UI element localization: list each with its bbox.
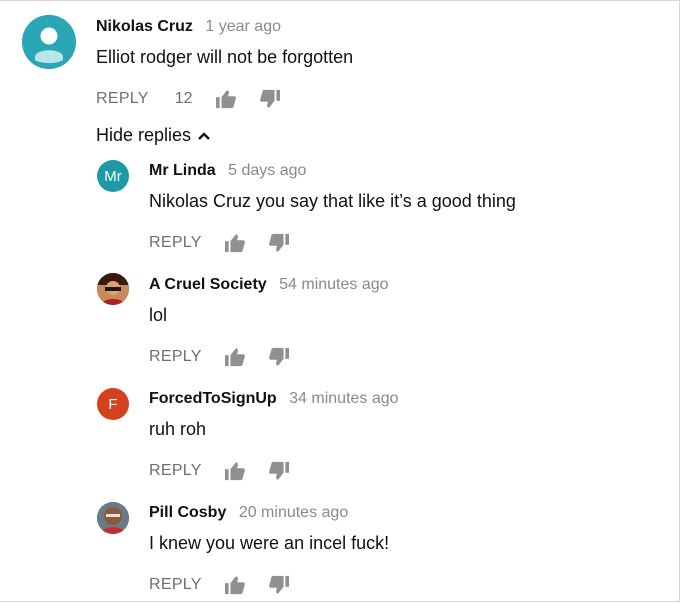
comment-thread: Nikolas Cruz 1 year ago Elliot rodger wi… [0,0,680,602]
comment-text: lol [149,305,168,325]
thumbs-down-icon[interactable] [268,347,290,367]
author-name[interactable]: Mr Linda [149,162,216,179]
photo-avatar-icon[interactable] [97,502,129,534]
reply-button[interactable]: REPLY [149,462,202,480]
reply-button[interactable]: REPLY [149,234,202,252]
default-person-icon[interactable] [22,15,76,69]
thumbs-down-icon[interactable] [268,575,290,595]
comment-actions: REPLY [149,459,290,483]
comment-text: I knew you were an incel fuck! [149,533,390,553]
comment-timestamp[interactable]: 5 days ago [228,162,306,179]
avatar-initials: F [108,395,118,413]
comment-timestamp[interactable]: 20 minutes ago [239,504,348,521]
author-name[interactable]: A Cruel Society [149,276,267,293]
comment-text: Nikolas Cruz you say that like it’s a go… [149,191,516,211]
avatar-initials: Mr [104,167,122,185]
hide-replies-toggle[interactable]: Hide replies [96,125,211,146]
comment-actions: REPLY [149,345,290,369]
comment-actions: REPLY 12 [96,87,281,111]
thumbs-up-icon[interactable] [224,461,246,481]
thumbs-down-icon[interactable] [268,233,290,253]
thumbs-up-icon[interactable] [224,233,246,253]
comment-timestamp[interactable]: 54 minutes ago [279,276,388,293]
thumbs-up-icon[interactable] [215,89,237,109]
comment-header: A Cruel Society 54 minutes ago [149,276,389,294]
comment-text: ruh roh [149,419,207,439]
like-count: 12 [174,90,193,107]
comment-header: Nikolas Cruz 1 year ago [96,18,281,36]
thumbs-up-icon[interactable] [224,575,246,595]
comment-header: ForcedToSignUp 34 minutes ago [149,390,399,408]
photo-avatar-icon[interactable] [97,273,129,305]
comment-timestamp[interactable]: 34 minutes ago [289,390,398,407]
thumbs-down-icon[interactable] [259,89,281,109]
avatar[interactable]: Mr [97,160,129,192]
comment-actions: REPLY [149,231,290,255]
author-name[interactable]: ForcedToSignUp [149,390,277,407]
reply-button[interactable]: REPLY [96,90,149,108]
comment-header: Mr Linda 5 days ago [149,162,306,180]
author-name[interactable]: Pill Cosby [149,504,226,521]
comment-header: Pill Cosby 20 minutes ago [149,504,348,522]
hide-replies-label: Hide replies [96,125,192,145]
chevron-up-icon [198,131,210,140]
thumbs-up-icon[interactable] [224,347,246,367]
thumbs-down-icon[interactable] [268,461,290,481]
comment-text: Elliot rodger will not be forgotten [96,47,354,67]
author-name[interactable]: Nikolas Cruz [96,18,193,35]
comment-timestamp[interactable]: 1 year ago [205,18,281,35]
reply-button[interactable]: REPLY [149,348,202,366]
comment-actions: REPLY [149,573,290,597]
avatar[interactable]: F [97,388,129,420]
reply-button[interactable]: REPLY [149,576,202,594]
